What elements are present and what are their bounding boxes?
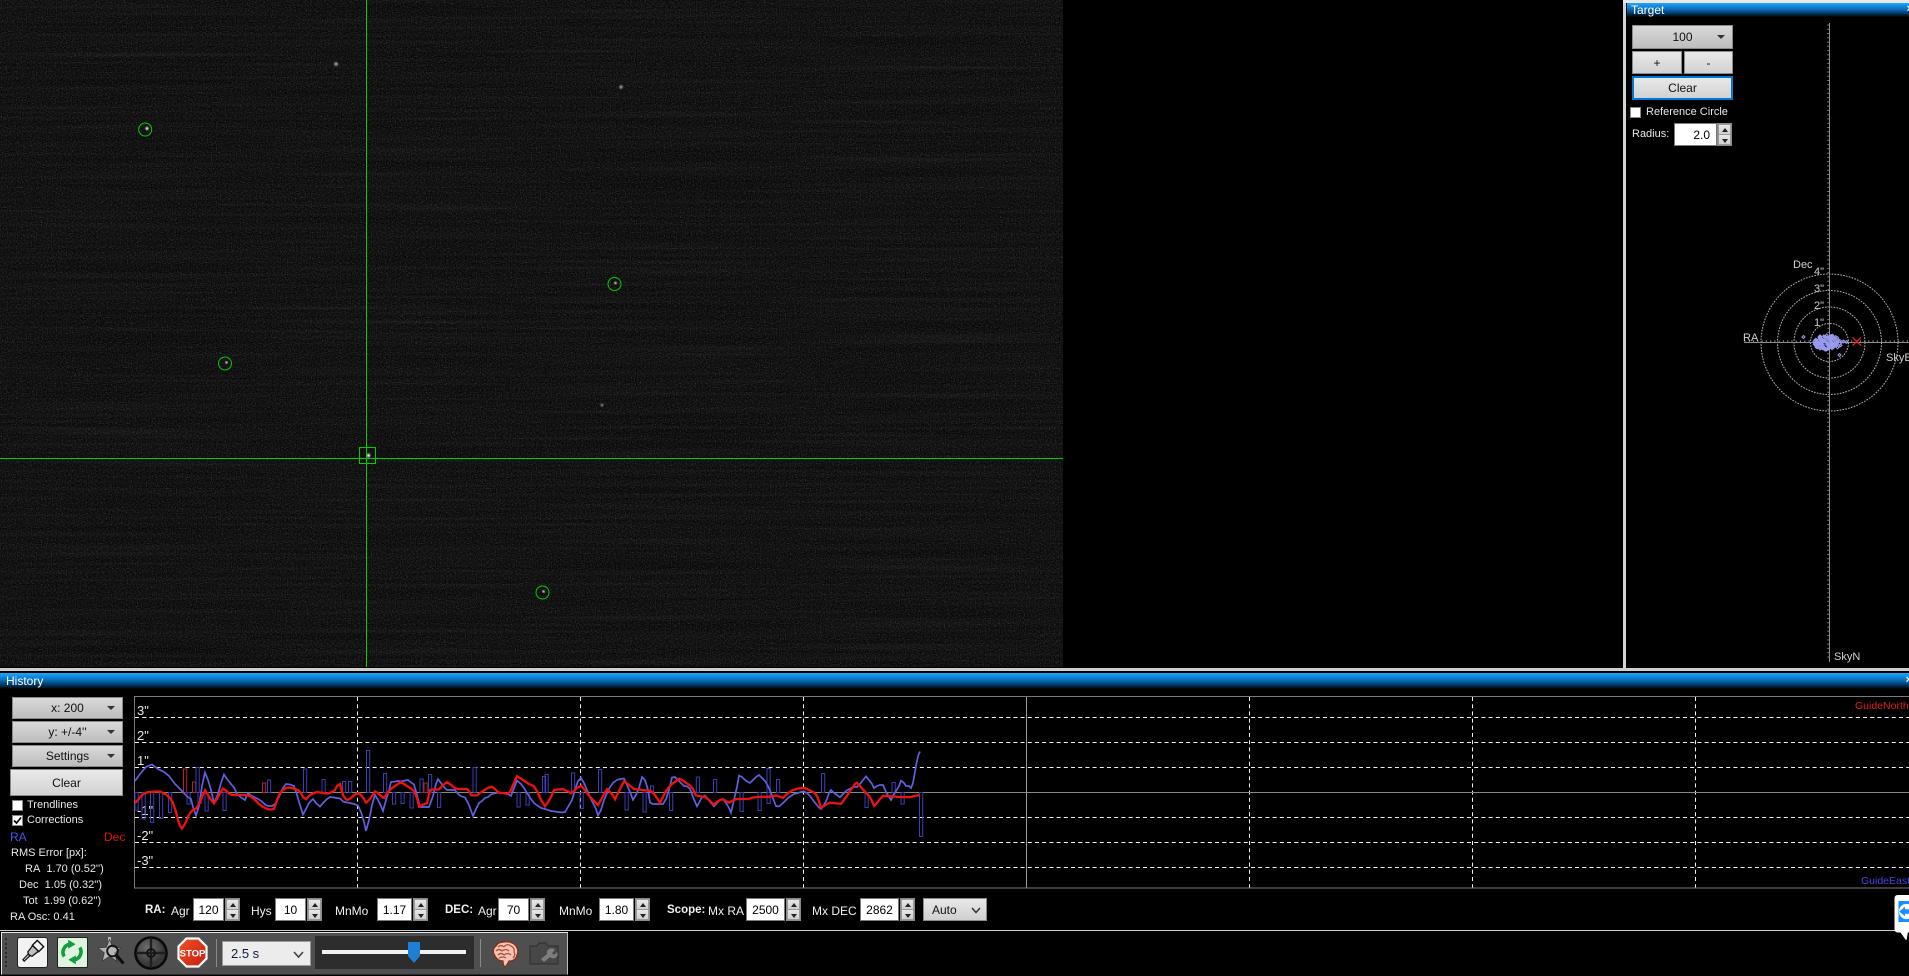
svg-text:3": 3" bbox=[1814, 283, 1824, 295]
svg-text:2": 2" bbox=[1814, 300, 1824, 312]
svg-text:STOP: STOP bbox=[180, 949, 206, 960]
svg-text:4": 4" bbox=[1814, 266, 1824, 278]
svg-text:RA: RA bbox=[1743, 332, 1759, 344]
svg-text:GuideNorth: GuideNorth bbox=[1855, 700, 1909, 712]
svg-text:2": 2" bbox=[137, 728, 149, 743]
svg-text:-2": -2" bbox=[137, 828, 154, 843]
svg-text:GuideEast: GuideEast bbox=[1861, 875, 1909, 887]
svg-text:SkyN: SkyN bbox=[1834, 651, 1860, 663]
svg-text:SkyE: SkyE bbox=[1886, 352, 1909, 364]
svg-text:Dec: Dec bbox=[1793, 259, 1813, 271]
svg-text:-3": -3" bbox=[137, 853, 154, 868]
svg-text:3": 3" bbox=[137, 703, 149, 718]
svg-text:1": 1" bbox=[1814, 317, 1824, 329]
